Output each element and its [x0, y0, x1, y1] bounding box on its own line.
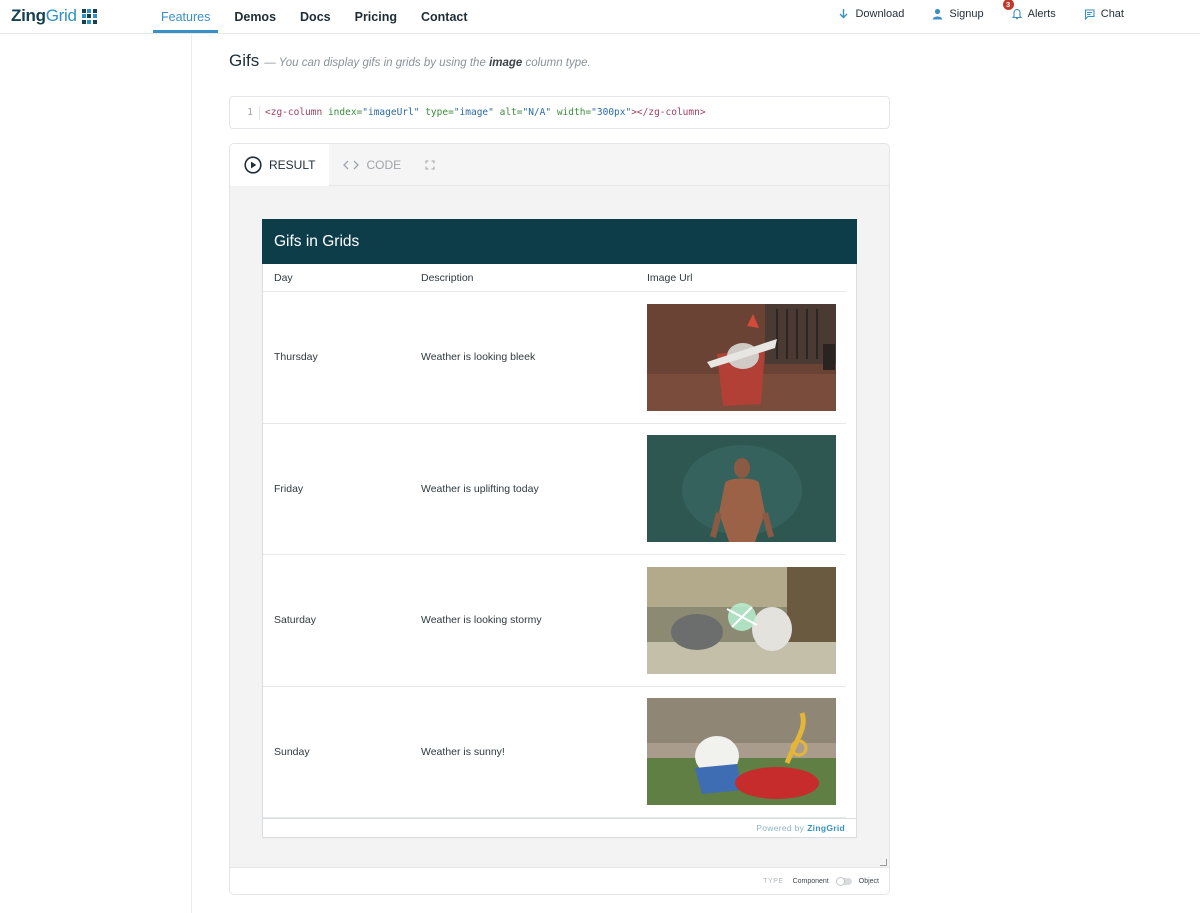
powered-by-link[interactable]: Powered by ZingGrid [263, 818, 856, 837]
code-line: <zg-column index="imageUrl" type="image"… [265, 107, 706, 118]
cell-description: Weather is looking bleek [421, 351, 536, 364]
nav-link-demos[interactable]: Demos [226, 0, 284, 34]
cell-description: Weather is uplifting today [421, 482, 539, 495]
grid-header-row: Day Description Image Url [263, 264, 846, 292]
resize-handle[interactable] [880, 859, 887, 866]
table-row: Friday Weather is uplifting today [263, 424, 846, 555]
demo-tabs: RESULT CODE [230, 144, 889, 186]
main-nav: Features Demos Docs Pricing Contact [153, 0, 484, 34]
nav-link-pricing[interactable]: Pricing [347, 0, 405, 34]
bodybuilder-gif [647, 435, 836, 543]
chat-icon [1084, 8, 1095, 20]
zinggrid: Gifs in Grids Day Description Image Url … [262, 219, 857, 838]
panel-footer: TYPE Component Object [230, 867, 889, 894]
header-description[interactable]: Description [410, 272, 636, 284]
signup-label: Signup [949, 8, 984, 20]
sidebar-divider [191, 34, 192, 913]
fullscreen-button[interactable] [415, 144, 445, 186]
bell-icon [1011, 9, 1022, 20]
section-title: Gifs [229, 51, 260, 70]
top-navigation: ZingGrid Features Demos Docs Pricing Con… [0, 0, 1200, 34]
demo-panel: RESULT CODE Gifs in Grids Day Descriptio… [229, 143, 890, 895]
cell-description: Weather is sunny! [421, 745, 505, 758]
component-label: Component [792, 877, 829, 885]
logo-grid-icon [81, 8, 97, 24]
download-label: Download [855, 8, 905, 20]
tab-result[interactable]: RESULT [230, 144, 330, 186]
section-subtitle: — You can display gifs in grids by using… [264, 57, 591, 69]
user-icon [933, 8, 943, 20]
chat-label: Chat [1100, 8, 1124, 20]
cell-day: Thursday [274, 351, 318, 364]
code-snippet[interactable]: 1 <zg-column index="imageUrl" type="imag… [229, 96, 890, 129]
play-icon [244, 156, 262, 174]
header-image-url[interactable]: Image Url [636, 272, 846, 284]
tab-code-label: CODE [366, 158, 402, 172]
tab-result-label: RESULT [269, 158, 316, 172]
alerts-count-badge: 3 [1002, 0, 1014, 10]
cats-lightning-gif [647, 566, 836, 674]
table-row: Sunday Weather is sunny! [263, 687, 846, 818]
object-label: Object [858, 877, 879, 885]
cell-day: Friday [274, 482, 304, 495]
nav-link-contact[interactable]: Contact [413, 0, 476, 34]
fullscreen-icon [425, 160, 435, 170]
download-icon [839, 9, 848, 19]
nav-link-features[interactable]: Features [153, 0, 219, 34]
table-row: Saturday Weather is looking stormy [263, 555, 846, 687]
nav-link-docs[interactable]: Docs [292, 0, 339, 34]
alerts-button[interactable]: 3 Alerts [1002, 0, 1056, 20]
grid-caption: Gifs in Grids [262, 219, 857, 264]
logo-text: ZingGrid [11, 6, 77, 25]
cat-toy-car-gif [647, 698, 836, 806]
download-button[interactable]: Download [838, 8, 904, 20]
chat-button[interactable]: Chat [1084, 8, 1124, 20]
type-label: TYPE [763, 877, 784, 885]
signup-button[interactable]: Signup [932, 8, 984, 20]
cat-in-box-gif [647, 303, 836, 411]
header-day[interactable]: Day [263, 272, 410, 284]
type-toggle[interactable] [835, 876, 852, 886]
alerts-label: Alerts [1027, 8, 1056, 20]
cell-description: Weather is looking stormy [421, 614, 542, 627]
cell-day: Saturday [274, 614, 317, 627]
nav-actions: Download Signup 3 Alerts Chat [838, 0, 1200, 28]
cell-day: Sunday [274, 745, 310, 758]
zinggrid-logo[interactable]: ZingGrid [11, 6, 97, 26]
code-line-number: 1 [230, 105, 260, 120]
section-heading: Gifs — You can display gifs in grids by … [229, 51, 591, 71]
table-row: Thursday Weather is looking bleek [263, 292, 846, 424]
result-area: Gifs in Grids Day Description Image Url … [230, 186, 889, 870]
code-brackets-icon [343, 160, 360, 170]
tab-code[interactable]: CODE [329, 144, 415, 186]
grid-body: Day Description Image Url Thursday Weath… [263, 264, 846, 818]
